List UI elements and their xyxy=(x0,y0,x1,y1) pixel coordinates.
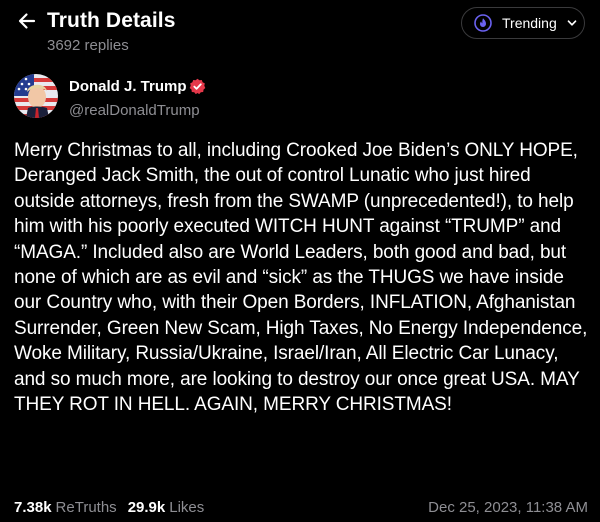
arrow-left-icon xyxy=(18,13,36,29)
post-body: Merry Christmas to all, including Crooke… xyxy=(14,140,588,416)
retruths-label: ReTruths xyxy=(55,499,117,516)
post-stats: 7.38k ReTruths 29.9k Likes xyxy=(14,499,204,516)
replies-count: 3692 replies xyxy=(47,37,129,54)
chevron-down-icon xyxy=(566,17,578,29)
trending-dropdown[interactable]: Trending xyxy=(461,7,585,39)
likes-count: 29.9k xyxy=(127,499,166,516)
flame-icon xyxy=(474,14,492,32)
likes-stat[interactable]: 29.9k Likes xyxy=(128,499,205,516)
likes-label: Likes xyxy=(169,499,205,516)
retruths-stat[interactable]: 7.38k ReTruths xyxy=(14,499,117,516)
author-name[interactable]: Donald J. Trump xyxy=(69,78,187,95)
author-row: Donald J. Trump @realDonaldTrump xyxy=(0,68,600,128)
back-button[interactable] xyxy=(14,8,40,34)
author-handle[interactable]: @realDonaldTrump xyxy=(69,102,200,119)
post-timestamp: Dec 25, 2023, 11:38 AM xyxy=(428,499,588,516)
trending-label: Trending xyxy=(502,15,557,31)
retruths-count: 7.38k xyxy=(14,499,52,516)
page-header: Truth Details 3692 replies Trending xyxy=(0,0,600,60)
verified-badge-icon xyxy=(189,78,206,95)
avatar[interactable] xyxy=(14,74,58,118)
page-title: Truth Details xyxy=(47,9,176,32)
